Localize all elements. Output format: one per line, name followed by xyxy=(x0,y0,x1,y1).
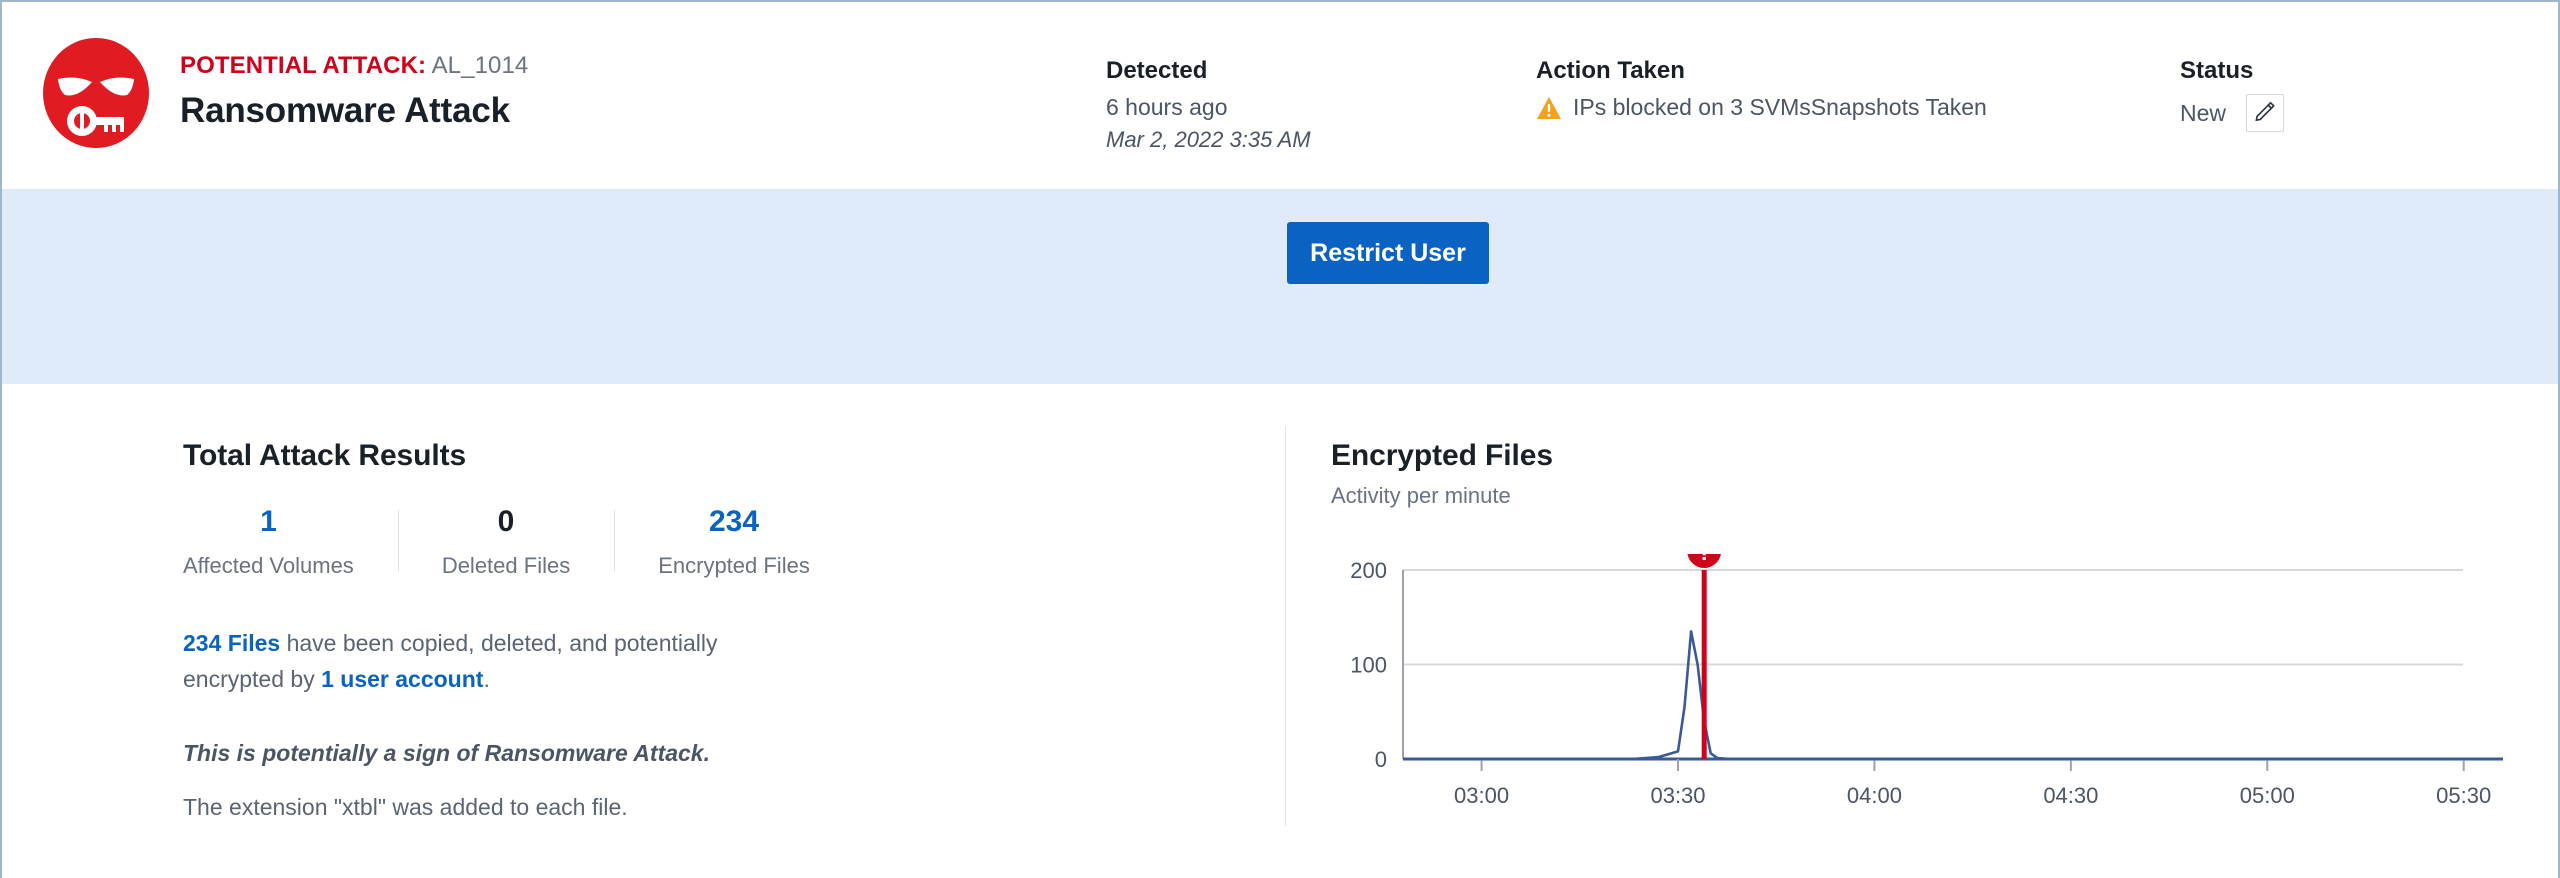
status-badge: New xyxy=(2180,100,2226,127)
x-tick-label: 03:00 xyxy=(1454,783,1509,808)
encrypted-files-panel: Encrypted Files Activity per minute xyxy=(1331,439,1553,509)
x-tick-label: 05:00 xyxy=(2240,783,2295,808)
x-tick-label: 04:00 xyxy=(1847,783,1902,808)
attack-summary-text: 234 Files have been copied, deleted, and… xyxy=(183,626,763,697)
x-tick-label: 05:30 xyxy=(2436,783,2491,808)
detected-relative-time: 6 hours ago xyxy=(1106,94,1311,121)
y-tick-label: 0 xyxy=(1375,747,1387,772)
detected-absolute-time: Mar 2, 2022 3:35 AM xyxy=(1106,127,1311,153)
action-taken-text: IPs blocked on 3 SVMsSnapshots Taken xyxy=(1573,94,1987,121)
stat-deleted-files: 0 Deleted Files xyxy=(398,507,614,579)
panel-divider xyxy=(1285,426,1286,826)
page-title: Ransomware Attack xyxy=(180,91,528,131)
y-tick-label: 100 xyxy=(1350,653,1387,678)
files-link[interactable]: 234 Files xyxy=(183,630,280,656)
alert-header: POTENTIAL ATTACK: AL_1014 Ransomware Att… xyxy=(2,2,2558,190)
detected-block: Detected 6 hours ago Mar 2, 2022 3:35 AM xyxy=(1106,57,1311,153)
restrict-user-button[interactable]: Restrict User xyxy=(1287,222,1489,284)
pencil-icon xyxy=(2254,100,2276,127)
alert-body: Total Attack Results 1 Affected Volumes … xyxy=(2,384,2558,878)
ransomware-sign-text: This is potentially a sign of Ransomware… xyxy=(183,740,854,767)
chart-subtitle: Activity per minute xyxy=(1331,483,1553,509)
summary-end-text: . xyxy=(483,666,489,692)
edit-status-button[interactable] xyxy=(2246,94,2284,132)
action-taken-block: Action Taken IPs blocked on 3 SVMsSnapsh… xyxy=(1536,57,1987,121)
action-taken-label: Action Taken xyxy=(1536,57,1987,85)
status-label: Status xyxy=(2180,57,2284,85)
alert-kicker: POTENTIAL ATTACK: AL_1014 xyxy=(180,52,528,80)
stat-value: 0 xyxy=(442,507,570,537)
svg-text:!: ! xyxy=(1700,554,1708,566)
encrypted-files-chart: 0 100 200 03:00 03:30 04:00 04:30 05:00 05:30! xyxy=(1331,554,2511,819)
alert-id: AL_1014 xyxy=(432,52,529,79)
extension-text: The extension "xtbl" was added to each f… xyxy=(183,794,854,821)
response-action-bar: Restrict User Last snapshots taken by au… xyxy=(2,190,2558,384)
x-tick-label: 03:30 xyxy=(1650,783,1705,808)
results-stats: 1 Affected Volumes 0 Deleted Files 234 E… xyxy=(183,507,854,579)
ransomware-alert-page: POTENTIAL ATTACK: AL_1014 Ransomware Att… xyxy=(0,0,2560,878)
alert-marker-badge[interactable]: ! xyxy=(1687,554,1721,568)
data-line xyxy=(1403,631,2503,759)
chart-title: Encrypted Files xyxy=(1331,439,1553,473)
stat-value[interactable]: 234 xyxy=(658,507,810,537)
status-block: Status New xyxy=(2180,57,2284,132)
stat-affected-volumes[interactable]: 1 Affected Volumes xyxy=(183,507,398,579)
ransomware-mask-icon xyxy=(40,37,152,149)
stat-value[interactable]: 1 xyxy=(183,507,354,537)
stat-encrypted-files[interactable]: 234 Encrypted Files xyxy=(614,507,854,579)
user-account-link[interactable]: 1 user account xyxy=(321,666,483,692)
results-title: Total Attack Results xyxy=(183,439,854,473)
warning-triangle-icon xyxy=(1536,96,1562,120)
stat-caption: Affected Volumes xyxy=(183,553,354,579)
alert-title-block: POTENTIAL ATTACK: AL_1014 Ransomware Att… xyxy=(180,52,528,131)
detected-label: Detected xyxy=(1106,57,1311,85)
stat-caption: Encrypted Files xyxy=(658,553,810,579)
x-tick-label: 04:30 xyxy=(2043,783,2098,808)
total-attack-results-panel: Total Attack Results 1 Affected Volumes … xyxy=(183,439,854,821)
potential-attack-label: POTENTIAL ATTACK: xyxy=(180,52,426,79)
stat-caption: Deleted Files xyxy=(442,553,570,579)
y-tick-label: 200 xyxy=(1350,558,1387,583)
